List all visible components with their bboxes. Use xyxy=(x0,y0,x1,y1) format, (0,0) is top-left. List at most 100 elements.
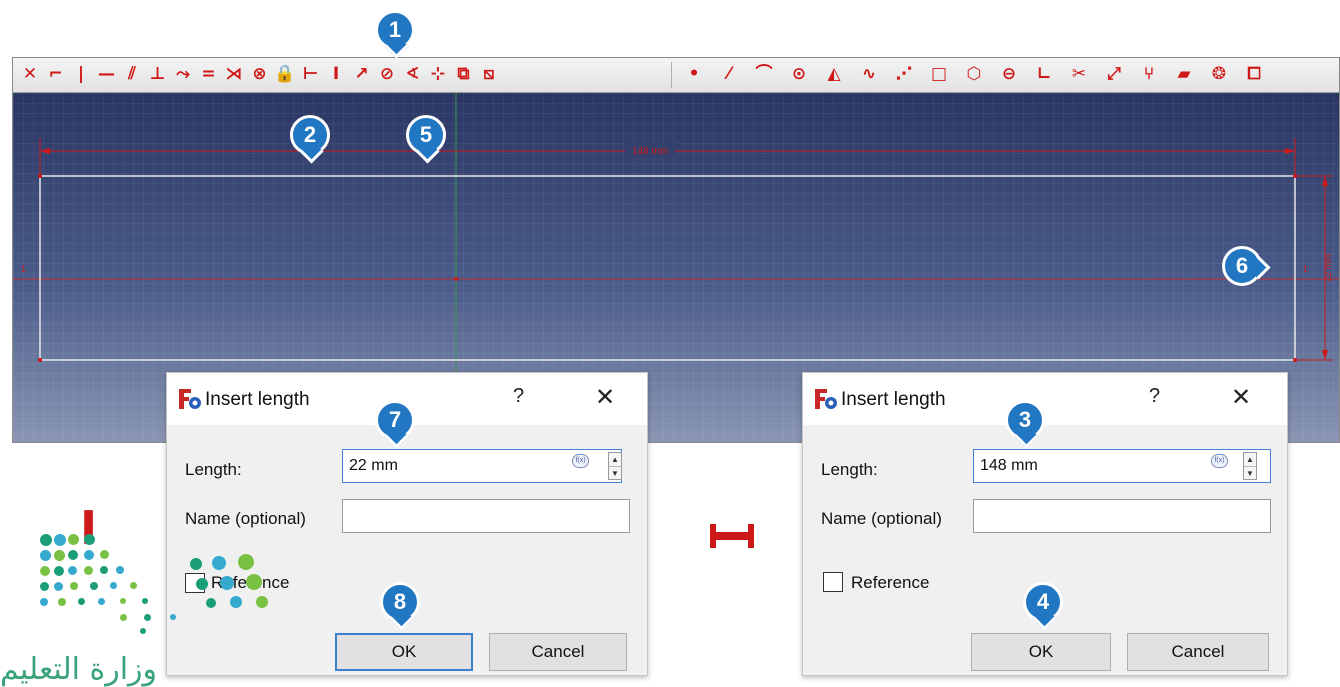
dimension-arrow xyxy=(1322,350,1328,360)
create-bspline-icon[interactable]: ∿ xyxy=(858,62,880,86)
horizontal-dimension-label: 148 mm xyxy=(632,146,668,157)
cancel-button[interactable]: Cancel xyxy=(489,633,627,671)
constrain-distance-icon[interactable]: ↗ xyxy=(351,62,373,86)
reference-label: Reference xyxy=(211,573,290,592)
reference-checkbox[interactable] xyxy=(823,572,843,592)
constrain-vertical-icon[interactable]: | xyxy=(70,62,92,86)
name-input[interactable] xyxy=(973,499,1271,533)
length-spinner[interactable]: ▲ ▼ xyxy=(608,452,622,480)
constrain-point-on-object-icon[interactable]: ⌐ xyxy=(45,62,67,86)
length-value: 22 mm xyxy=(349,457,398,474)
constrain-symmetric-icon[interactable]: ⋊ xyxy=(223,62,245,86)
callout-1: 1 xyxy=(375,10,415,50)
vertical-dimension-label: 22 mm xyxy=(1323,254,1333,282)
vertical-distance-icon: I xyxy=(80,501,98,555)
logo-dot xyxy=(54,582,63,591)
freecad-logo-icon xyxy=(815,389,837,409)
logo-dot xyxy=(116,566,124,574)
length-spinner[interactable]: ▲ ▼ xyxy=(1243,452,1257,480)
name-label: Name (optional) xyxy=(821,509,942,528)
constrain-lock-icon[interactable]: 🔒 xyxy=(274,62,296,86)
logo-dot xyxy=(142,598,148,604)
horizontal-distance-icon xyxy=(710,524,754,548)
sketcher-toolbar: ✕ ⌐ | — ⫽ ⊥ ⤳ = ⋊ ⊗ 🔒 ⊢ I ↗ ⊘ ∢ ⊹ ⧉ ⧅ • ⁄ ⌒ ⊙ ◭ ∿ ⋰ □ ⬡ ⊖ ∟ ✂ ⤢ ⑂ ▰ ❂ ⧠ xyxy=(13,58,1339,93)
origin-point xyxy=(454,277,458,281)
logo-dot xyxy=(100,566,108,574)
create-slot-icon[interactable]: ⊖ xyxy=(998,62,1020,86)
constrain-vertical-distance-icon[interactable]: I xyxy=(325,62,347,86)
constrain-equal-icon[interactable]: = xyxy=(198,62,220,86)
create-circle-icon[interactable]: ⊙ xyxy=(788,62,810,86)
help-button[interactable]: ? xyxy=(1149,385,1160,408)
construction-mode-icon[interactable]: ⧠ xyxy=(1243,62,1265,86)
create-conic-icon[interactable]: ◭ xyxy=(823,62,845,86)
dimension-arrow xyxy=(1322,176,1328,186)
create-point-icon[interactable]: • xyxy=(683,62,705,86)
constrain-snell-icon[interactable]: ⊹ xyxy=(427,62,449,86)
cancel-button[interactable]: Cancel xyxy=(1127,633,1269,671)
ministry-logo-text: وزارة التعليم xyxy=(0,652,158,687)
constrain-angle-icon[interactable]: ∢ xyxy=(402,62,424,86)
reference-label: Reference xyxy=(851,573,930,592)
logo-dot xyxy=(78,598,85,605)
logo-dot xyxy=(40,534,52,546)
logo-dot xyxy=(90,582,98,590)
logo-dot xyxy=(98,598,105,605)
constrain-horizontal-icon[interactable]: — xyxy=(96,62,118,86)
constrain-tangent-icon[interactable]: ⤳ xyxy=(172,62,194,86)
split-icon[interactable]: ⑂ xyxy=(1138,62,1160,86)
constrain-coincident-icon[interactable]: ✕ xyxy=(19,62,41,86)
trim-icon[interactable]: ✂ xyxy=(1068,62,1090,86)
dialog-titlebar: Insert length ? ✕ xyxy=(803,373,1287,425)
dimension-arrow xyxy=(40,148,50,154)
callout-5: 5 xyxy=(406,115,446,155)
name-input[interactable] xyxy=(342,499,630,533)
dimension-arrow xyxy=(1285,148,1295,154)
logo-dot xyxy=(100,550,109,559)
reference-checkbox[interactable] xyxy=(185,573,205,593)
length-value: 148 mm xyxy=(980,457,1038,474)
close-icon[interactable]: ✕ xyxy=(595,383,615,412)
create-polygon-icon[interactable]: ⬡ xyxy=(963,62,985,86)
edge-constraint-label: 1 xyxy=(1303,264,1308,274)
constrain-horizontal-distance-icon[interactable]: ⊢ xyxy=(300,62,322,86)
dialog-title: Insert length xyxy=(205,389,310,410)
toggle-driving-icon[interactable]: ⧉ xyxy=(453,62,475,86)
create-line-icon[interactable]: ⁄ xyxy=(718,62,740,86)
ok-button[interactable]: OK xyxy=(335,633,473,671)
logo-dot xyxy=(120,614,127,621)
create-polyline-icon[interactable]: ⋰ xyxy=(893,62,915,86)
ok-button[interactable]: OK xyxy=(971,633,1111,671)
logo-dot xyxy=(68,534,79,545)
constrain-perpendicular-icon[interactable]: ⊥ xyxy=(147,62,169,86)
toggle-active-icon[interactable]: ⧅ xyxy=(478,62,500,86)
callout-4: 4 xyxy=(1023,582,1063,622)
create-arc-icon[interactable]: ⌒ xyxy=(753,62,775,86)
logo-dot xyxy=(68,550,78,560)
create-fillet-icon[interactable]: ∟ xyxy=(1033,62,1055,86)
callout-2: 2 xyxy=(290,115,330,155)
constrain-parallel-icon[interactable]: ⫽ xyxy=(121,62,143,86)
constrain-radius-icon[interactable]: ⊘ xyxy=(376,62,398,86)
edge-constraint-label: 1 xyxy=(21,264,26,274)
freecad-logo-icon xyxy=(179,389,201,409)
expression-icon[interactable]: f(x) xyxy=(572,454,589,468)
create-rectangle-icon[interactable]: □ xyxy=(928,62,950,86)
length-input[interactable]: 148 mm xyxy=(973,449,1271,483)
logo-dot xyxy=(130,582,137,589)
close-icon[interactable]: ✕ xyxy=(1231,383,1251,412)
logo-dot xyxy=(58,598,66,606)
constrain-block-icon[interactable]: ⊗ xyxy=(249,62,271,86)
length-label: Length: xyxy=(185,460,242,479)
logo-dot xyxy=(40,566,50,576)
toolbar-separator xyxy=(671,62,672,88)
carbon-copy-icon[interactable]: ❂ xyxy=(1208,62,1230,86)
vertex-point xyxy=(38,358,42,362)
expression-icon[interactable]: f(x) xyxy=(1211,454,1228,468)
callout-3: 3 xyxy=(1005,400,1045,440)
extend-icon[interactable]: ⤢ xyxy=(1103,62,1125,86)
logo-dot xyxy=(110,582,117,589)
external-geometry-icon[interactable]: ▰ xyxy=(1173,62,1195,86)
help-button[interactable]: ? xyxy=(513,385,524,408)
logo-dot xyxy=(120,598,126,604)
